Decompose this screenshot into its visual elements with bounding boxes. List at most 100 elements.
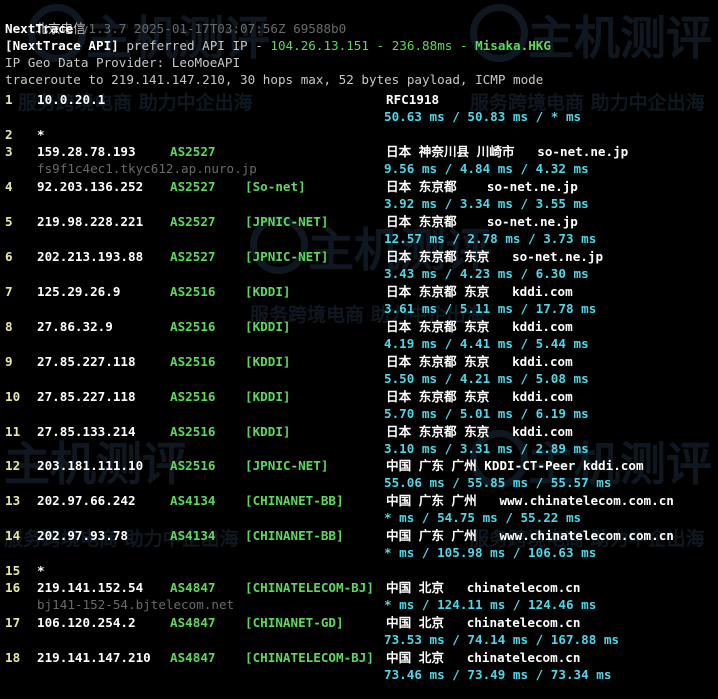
hop-number: 4 [5,179,13,194]
hop-row: 6 202.213.193.88 AS2527 [JPNIC-NET] 日本 东京都 东… [0,248,718,283]
hop-geo: 中国 广东 广州 KDDI-CT-Peer kddi.com [386,458,644,473]
hop-rtt: 3.92 ms / 3.34 ms / 3.55 ms [384,196,589,211]
hop-geo: 中国 北京 chinatelecom.cn [386,650,581,665]
hop-network-tag: [KDDI] [245,354,291,369]
hop-ip: 202.97.66.242 [37,493,136,508]
hop-asn: AS2516 [170,284,216,299]
hop-ip: 219.98.228.221 [37,214,144,229]
hop-ip: 27.85.227.118 [37,354,136,369]
hop-network-tag: [CHINANET-BB] [245,528,344,543]
hop-ip: 219.141.152.54 [37,580,144,595]
api-latency: 236.88ms [391,38,453,53]
hop-asn: AS2516 [170,354,216,369]
hop-rtt: 50.63 ms / 50.83 ms / * ms [384,109,582,124]
hop-ip: 27.85.133.214 [37,424,136,439]
hop-ip: 27.86.32.9 [37,319,113,334]
hop-network-tag: [CHINATELECOM-BJ] [245,650,374,665]
hop-network-tag: [KDDI] [245,424,291,439]
hop-network-tag: [KDDI] [245,319,291,334]
hop-row: 17 106.120.254.2 AS4847 [CHINANET-GD] 中国 北京 … [0,614,718,649]
hop-ip: * [37,127,45,142]
hop-number: 11 [5,424,21,439]
hop-ip: * [37,563,45,578]
hop-network-tag: [JPNIC-NET] [245,214,329,229]
api-label: [NextTrace API] [5,38,119,53]
version-line: NextTrace v1.3.7 2025-01-17T03:07:56Z 69… [5,20,346,37]
hop-asn: AS4847 [170,615,216,630]
hop-rtt: 3.10 ms / 3.31 ms / 2.89 ms [384,441,589,456]
hop-network-tag: [KDDI] [245,284,291,299]
hop-rtt: 73.46 ms / 73.49 ms / 73.34 ms [384,667,612,682]
hop-asn: AS2516 [170,319,216,334]
hop-rtt: 5.70 ms / 5.01 ms / 6.19 ms [384,406,589,421]
hop-network-tag: [CHINANET-BB] [245,493,344,508]
hop-network-tag: [JPNIC-NET] [245,458,329,473]
hop-ip: 219.141.147.210 [37,650,151,665]
hop-rtt: 5.50 ms / 4.21 ms / 5.08 ms [384,371,589,386]
hop-row: 1 10.0.20.1 RFC1918 50.63 ms / 50.83 ms / *… [0,91,718,126]
hop-asn: AS2527 [170,179,216,194]
hop-rtt: * ms / 54.75 ms / 55.22 ms [384,510,582,525]
hop-row: 12 203.181.111.10 AS2516 [JPNIC-NET] 中国 广东 广… [0,457,718,492]
hop-asn: AS2527 [170,214,216,229]
hop-asn: AS2516 [170,458,216,473]
hop-rtt: 4.19 ms / 4.41 ms / 5.44 ms [384,336,589,351]
hop-asn: AS4847 [170,650,216,665]
hop-number: 6 [5,249,13,264]
geo-provider-line: IP Geo Data Provider: LeoMoeAPI [5,55,241,70]
hop-row: 18 219.141.147.210 AS4847 [CHINATELECOM-BJ]… [0,649,718,684]
hop-geo: 日本 东京都 东京 kddi.com [386,424,573,439]
hop-number: 18 [5,650,21,665]
hop-number: 14 [5,528,21,543]
hop-geo: 日本 东京都 so-net.ne.jp [386,179,578,194]
hop-ip: 125.29.26.9 [37,284,121,299]
hop-rtt: * ms / 124.11 ms / 124.46 ms [384,597,597,612]
hop-number: 16 [5,580,21,595]
hop-rtt: 73.53 ms / 74.14 ms / 167.88 ms [384,632,620,647]
hop-ip: 27.85.227.118 [37,389,136,404]
hop-row: 5 219.98.228.221 AS2527 [JPNIC-NET] 日本 东京都 s… [0,213,718,248]
header-title: 北京电信 [5,3,85,36]
hop-ip: 202.97.93.78 [37,528,128,543]
hop-asn: AS2516 [170,389,216,404]
hop-number: 9 [5,354,13,369]
hop-ip: 10.0.20.1 [37,92,106,107]
hop-geo: 日本 神奈川县 川崎市 so-net.ne.jp [386,144,629,159]
hop-rtt: * ms / 105.98 ms / 106.63 ms [384,545,597,560]
hop-asn: AS2516 [170,424,216,439]
hop-number: 3 [5,144,13,159]
hop-row: 11 27.85.133.214 AS2516 [KDDI] 日本 东京都 东京 kdd… [0,423,718,458]
hop-geo: 日本 东京都 东京 kddi.com [386,389,573,404]
hop-geo: 日本 东京都 东京 kddi.com [386,284,573,299]
hop-number: 13 [5,493,21,508]
hop-row: 3 159.28.78.193 AS2527 日本 神奈川县 川崎市 so-net.n… [0,143,718,178]
hop-geo: 日本 东京都 东京 kddi.com [386,354,573,369]
version-info: v1.3.7 2025-01-17T03:07:56Z 69588b0 [73,21,347,36]
hop-number: 7 [5,284,13,299]
hop-number: 15 [5,563,21,578]
hop-ip: 106.120.254.2 [37,615,136,630]
hop-row: 9 27.85.227.118 AS2516 [KDDI] 日本 东京都 东京 kddi… [0,353,718,388]
hop-hostname: fs9f1c4ec1.tkyc612.ap.nuro.jp [37,161,257,176]
hop-number: 17 [5,615,21,630]
hop-geo: 中国 北京 chinatelecom.cn [386,615,581,630]
hop-network-tag: [KDDI] [245,389,291,404]
hop-geo: 日本 东京都 东京 kddi.com [386,319,573,334]
hop-ip: 92.203.136.252 [37,179,144,194]
hop-number: 1 [5,92,13,107]
hop-ip: 202.213.193.88 [37,249,144,264]
hop-row: 4 92.203.136.252 AS2527 [So-net] 日本 东京都 so-n… [0,178,718,213]
hop-network-tag: [CHINANET-GD] [245,615,344,630]
hop-number: 5 [5,214,13,229]
hop-ip: 159.28.78.193 [37,144,136,159]
hop-row: 14 202.97.93.78 AS4134 [CHINANET-BB] 中国 广东 广… [0,527,718,562]
api-sep: - [368,38,392,53]
terminal-window: 主机测评 主机测评 服务跨境电商 助力中企出海 服务跨境电商 助力中企出海 主机… [0,0,718,699]
hop-row: 13 202.97.66.242 AS4134 [CHINANET-BB] 中国 广东 … [0,492,718,527]
hop-geo: 中国 北京 chinatelecom.cn [386,580,581,595]
hop-rtt: 3.43 ms / 4.23 ms / 6.30 ms [384,266,589,281]
hop-asn: AS4847 [170,580,216,595]
hop-number: 8 [5,319,13,334]
hop-row: 7 125.29.26.9 AS2516 [KDDI] 日本 东京都 东京 kddi.c… [0,283,718,318]
hop-network-tag: [CHINATELECOM-BJ] [245,580,374,595]
